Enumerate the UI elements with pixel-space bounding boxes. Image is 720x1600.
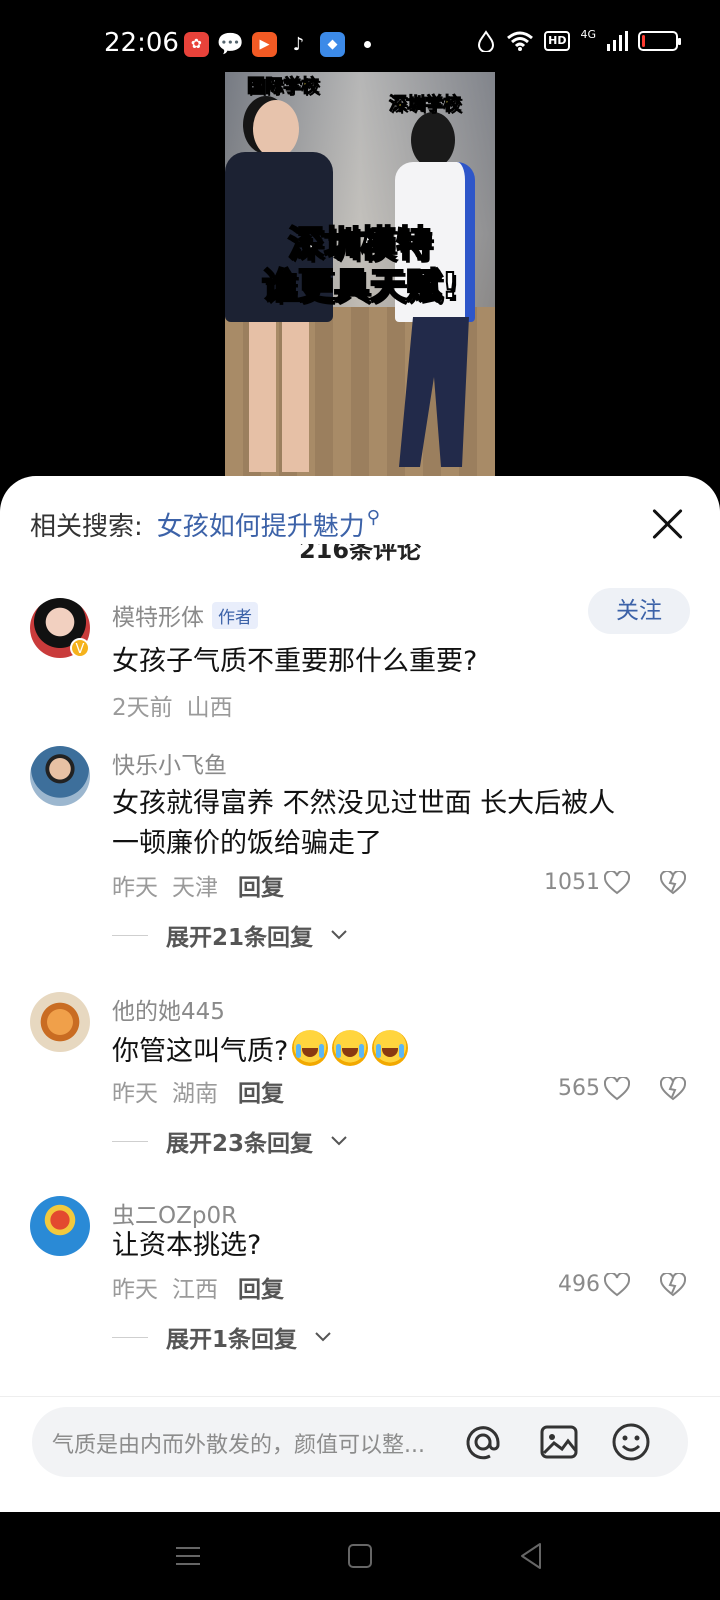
back-icon[interactable] — [516, 1540, 548, 1572]
comment-input-placeholder: 气质是由内而外散发的，颜值可以整... — [52, 1433, 425, 1458]
close-icon[interactable] — [648, 504, 688, 544]
comment-user[interactable]: 他的她445 — [112, 992, 225, 1026]
related-search-label: 相关搜索: — [30, 512, 143, 542]
follow-button[interactable]: 关注 — [588, 588, 690, 634]
avatar[interactable] — [30, 992, 90, 1052]
status-time: 22:06 — [104, 28, 179, 58]
comment-text[interactable]: 女孩就得富养 不然没见过世面 长大后被人 一顿廉价的饭给骗走了 — [112, 784, 692, 864]
comment-text[interactable]: 女孩子气质不重要那什么重要? — [112, 642, 692, 682]
chevron-down-icon — [331, 1136, 347, 1146]
like-button[interactable]: 1051 — [544, 870, 630, 895]
crying-emoji-icon — [372, 1030, 409, 1066]
mention-icon[interactable] — [462, 1421, 504, 1463]
like-button[interactable]: 565 — [558, 1076, 630, 1101]
avatar[interactable] — [30, 1196, 90, 1256]
comment-meta: 2天前 山西 — [112, 695, 233, 721]
wifi-icon — [507, 31, 534, 51]
like-button[interactable]: 496 — [558, 1272, 630, 1297]
heart-icon — [604, 1076, 630, 1100]
app-notification-icon: ✿ — [184, 32, 209, 57]
comment-meta: 昨天 湖南 回复 — [112, 1074, 284, 1108]
crying-emoji-icon — [292, 1030, 329, 1066]
menu-icon[interactable] — [172, 1540, 204, 1572]
comment-input-bar: 气质是由内而外散发的，颜值可以整... — [0, 1396, 720, 1512]
more-notifications-dot — [364, 41, 371, 48]
reply-button[interactable]: 回复 — [238, 1270, 284, 1304]
dislike-icon[interactable] — [660, 871, 686, 895]
video-caption: 深圳模特 谁更具天赋! — [261, 223, 459, 308]
expand-replies[interactable]: 展开1条回复 — [112, 1320, 331, 1354]
network-type: 4G — [580, 27, 596, 41]
crying-emoji-icon — [332, 1030, 369, 1066]
browser-icon: ◆ — [320, 32, 345, 57]
related-search-query[interactable]: 女孩如何提升魅力 — [157, 506, 365, 543]
comment-user[interactable]: 模特形体 作者 — [112, 598, 258, 632]
expand-replies[interactable]: 展开21条回复 — [112, 918, 347, 952]
battery-icon — [638, 31, 681, 51]
chevron-down-icon — [315, 1332, 331, 1342]
avatar[interactable] — [30, 746, 90, 806]
comment-text[interactable]: 你管这叫气质? — [112, 1030, 692, 1072]
search-icon: ⚲ — [366, 507, 380, 528]
verified-badge-icon: V — [70, 638, 90, 658]
system-indicators: HD 4G — [476, 27, 681, 52]
dislike-icon[interactable] — [660, 1077, 686, 1101]
comment-meta: 昨天 江西 回复 — [112, 1270, 284, 1304]
author-tag: 作者 — [212, 601, 258, 629]
heart-icon — [604, 1272, 630, 1296]
signal-icon — [607, 31, 628, 51]
dislike-icon[interactable] — [660, 1273, 686, 1297]
comment-meta: 昨天 天津 回复 — [112, 868, 284, 902]
tiktok-icon: ♪ — [286, 32, 311, 57]
heart-icon — [604, 870, 630, 894]
video-player[interactable]: 国际学校 深圳学校 深圳模特 谁更具天赋! — [225, 72, 495, 477]
emoji-icon[interactable] — [610, 1421, 652, 1463]
comment-input[interactable]: 气质是由内而外散发的，颜值可以整... — [32, 1407, 688, 1477]
reply-button[interactable]: 回复 — [238, 1074, 284, 1108]
comment-count: 216条评论 — [298, 544, 422, 564]
hd-icon: HD — [544, 31, 571, 51]
navigation-bar — [0, 1512, 720, 1600]
wechat-icon: 💬 — [216, 32, 245, 57]
comment-user[interactable]: 快乐小飞鱼 — [112, 746, 227, 780]
comment-sheet: 相关搜索: 女孩如何提升魅力 ⚲ 216条评论 V 模特形体 作者 关注 女孩子… — [0, 476, 720, 1512]
reply-button[interactable]: 回复 — [238, 868, 284, 902]
video-label-left: 国际学校 — [247, 76, 320, 98]
comment-text[interactable]: 让资本挑选? — [112, 1226, 692, 1266]
comment-user[interactable]: 虫二OZp0R — [112, 1196, 237, 1230]
chevron-down-icon — [331, 930, 347, 940]
video-app-icon: ▶ — [252, 32, 277, 57]
water-drop-icon — [478, 30, 495, 52]
notification-icons: ✿ 💬 ▶ ♪ ◆ — [184, 32, 371, 57]
related-search: 相关搜索: 女孩如何提升魅力 ⚲ — [30, 506, 380, 543]
video-label-right: 深圳学校 — [389, 94, 462, 116]
image-icon[interactable] — [538, 1421, 580, 1463]
expand-replies[interactable]: 展开23条回复 — [112, 1124, 347, 1158]
home-icon[interactable] — [344, 1540, 376, 1572]
